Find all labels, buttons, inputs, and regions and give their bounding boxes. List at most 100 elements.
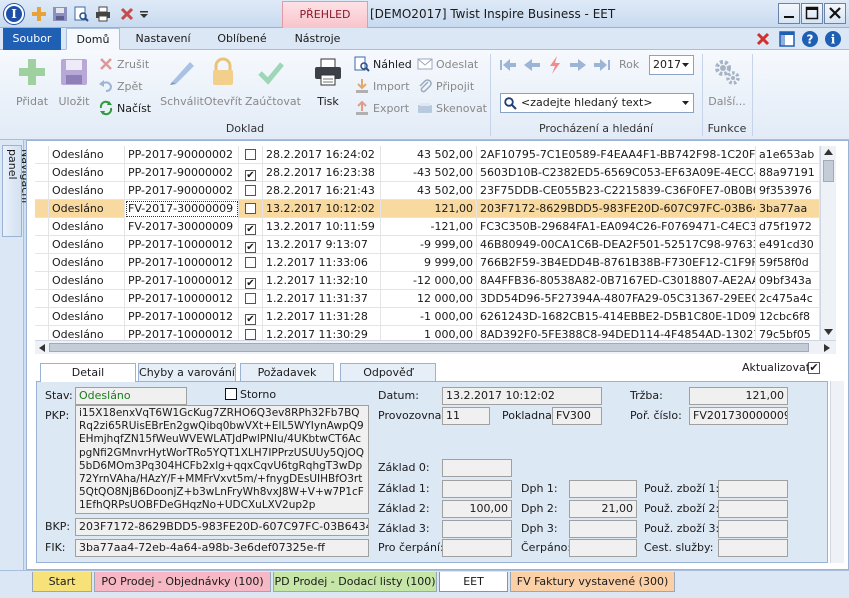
more-functions-button[interactable]: Další... [704,56,750,108]
group-label-doklad: Doklad [225,122,265,135]
storno-checkbox[interactable]: ✔ [245,314,256,325]
table-row[interactable]: Odesláno PP-2017-10000012 1.2.2017 11:31:3… [35,290,820,308]
table-row[interactable]: Odesláno FV-2017-30000009 ✔ 13.2.2017 10:11… [35,218,820,236]
cell-date: 28.2.2017 16:21:43 [263,182,381,200]
attach-button[interactable]: Připojit [417,78,474,96]
maximize-button[interactable] [801,3,823,24]
table-row[interactable]: Odesláno PP-2017-10000012 1.2.2017 11:30:2… [35,326,820,340]
table-row[interactable]: Odesláno PP-2017-90000002 28.2.2017 16:24:… [35,146,820,164]
grid-horizontal-scrollbar[interactable] [35,340,836,354]
preview-button[interactable]: Náhled [354,56,412,74]
delete-icon[interactable] [119,6,135,22]
tab-nastaveni[interactable]: Nastavení [126,28,200,50]
print-button[interactable]: Tisk [308,56,348,108]
row-indicator [35,146,49,164]
scroll-down-icon[interactable] [824,329,833,335]
document-tab[interactable]: Start [32,572,92,592]
storno-checkbox[interactable] [245,149,256,160]
reload-button[interactable]: Načíst [98,100,151,118]
cell-amount: 43 502,00 [381,146,477,164]
scroll-left-icon[interactable] [39,344,45,352]
add-icon[interactable] [31,6,47,22]
unlock-button[interactable]: Otevřít [203,56,243,108]
customize-qat-icon[interactable] [139,6,149,22]
save-icon[interactable] [52,6,68,22]
cell-fik: 9f353976 [756,182,820,200]
tab-nastroje[interactable]: Nástroje [285,28,350,50]
export-button[interactable]: Export [354,100,409,118]
layout-icon[interactable] [778,30,796,48]
scan-button[interactable]: Skenovat [417,100,487,118]
cell-date: 13.2.2017 10:12:02 [263,200,381,218]
storno-checkbox[interactable]: ✔ [245,278,256,289]
storno-checkbox[interactable]: ✔ [245,242,256,253]
refresh-checkbox[interactable]: ✔ [808,359,820,374]
tab-oblibene[interactable]: Oblíbené [208,28,276,50]
cell-bkp: 766B2F59-3B4EDD4B-8761B38B-F730EF12-C1F9… [477,254,756,272]
tab-detail[interactable]: Detail [40,363,136,382]
next-record-icon[interactable] [569,57,587,73]
scroll-thumb[interactable] [823,160,834,182]
table-row[interactable]: Odesláno PP-2017-90000002 ✔ 28.2.2017 16:23… [35,164,820,182]
grid-vertical-scrollbar[interactable] [820,146,836,340]
zaklad3-field [442,520,512,538]
document-tab[interactable]: PD Prodej - Dodací listy (100) [273,572,437,592]
table-row[interactable]: Odesláno PP-2017-10000012 1.2.2017 11:33:0… [35,254,820,272]
help-icon[interactable]: ? [801,30,819,48]
scroll-right-icon[interactable] [824,344,830,352]
storno-checkbox[interactable] [245,329,256,340]
tab-domu[interactable]: Domů [66,28,120,50]
storno-checkbox[interactable]: ✔ [245,224,256,235]
info-icon[interactable]: i [824,30,842,48]
tab-soubor[interactable]: Soubor [3,28,61,50]
storno-checkbox[interactable] [245,185,256,196]
print-preview-icon[interactable] [73,6,89,22]
close-button[interactable] [824,3,846,24]
approve-button[interactable]: Schválit [160,56,204,108]
storno-checkbox[interactable] [225,388,237,401]
add-button[interactable]: Přidat [8,56,56,108]
document-tab[interactable]: FV Faktury vystavené (300) [510,572,675,592]
storno-checkbox[interactable]: ✔ [245,170,256,181]
post-button[interactable]: Zaúčtovat [245,56,301,108]
print-icon[interactable] [95,6,111,22]
pro-cerpani-field [442,539,512,557]
context-tab-prehled[interactable]: PŘEHLED [282,1,368,28]
send-button[interactable]: Odeslat [417,56,478,74]
storno-checkbox[interactable] [245,203,256,214]
table-row[interactable]: Odesláno PP-2017-10000012 ✔ 1.2.2017 11:31:… [35,308,820,326]
cancel-button[interactable]: Zrušit [98,56,149,74]
lightning-icon[interactable] [547,55,563,75]
minimize-button[interactable] [778,3,800,24]
storno-checkbox[interactable] [245,257,256,268]
scroll-thumb[interactable] [49,343,809,352]
table-row[interactable]: Odesláno PP-2017-10000012 ✔ 1.2.2017 11:32:… [35,272,820,290]
tab-request[interactable]: Požadavek [240,363,334,381]
navigation-panel-tab[interactable]: Navigační panel [2,145,32,237]
import-button[interactable]: Import [354,78,410,96]
close-document-icon[interactable] [754,30,772,48]
datum-field: 13.2.2017 10:12:02 [442,387,602,405]
tab-response[interactable]: Odpověď [340,363,436,381]
svg-text:?: ? [807,33,814,47]
previous-record-icon[interactable] [523,57,541,73]
table-row[interactable]: Odesláno FV-2017-30000009 13.2.2017 10:12:… [35,200,820,218]
table-row[interactable]: Odesláno PP-2017-10000012 ✔ 13.2.2017 9:13:… [35,236,820,254]
storno-checkbox[interactable] [245,293,256,304]
search-input[interactable]: <zadejte hledaný text> [500,93,694,113]
undo-button[interactable]: Zpět [98,78,143,96]
last-record-icon[interactable] [593,57,611,73]
tab-errors-warnings[interactable]: Chyby a varování [138,363,236,381]
document-tab[interactable]: PO Prodej - Objednávky (100) [94,572,271,592]
detail-scrollbar[interactable] [830,381,844,563]
save-ribbon-button[interactable]: Uložit [52,56,96,108]
scroll-up-icon[interactable] [824,149,833,155]
app-logo-icon[interactable]: I [4,4,24,24]
cell-storno: ✔ [239,218,263,236]
table-row[interactable]: Odesláno PP-2017-90000002 28.2.2017 16:21:… [35,182,820,200]
reload-label: Načíst [117,102,152,115]
document-tab[interactable]: EET [439,572,508,592]
first-record-icon[interactable] [499,57,517,73]
year-select[interactable]: 2017 [649,55,694,75]
eet-grid[interactable]: Odesláno PP-2017-90000002 28.2.2017 16:24:… [35,146,820,340]
